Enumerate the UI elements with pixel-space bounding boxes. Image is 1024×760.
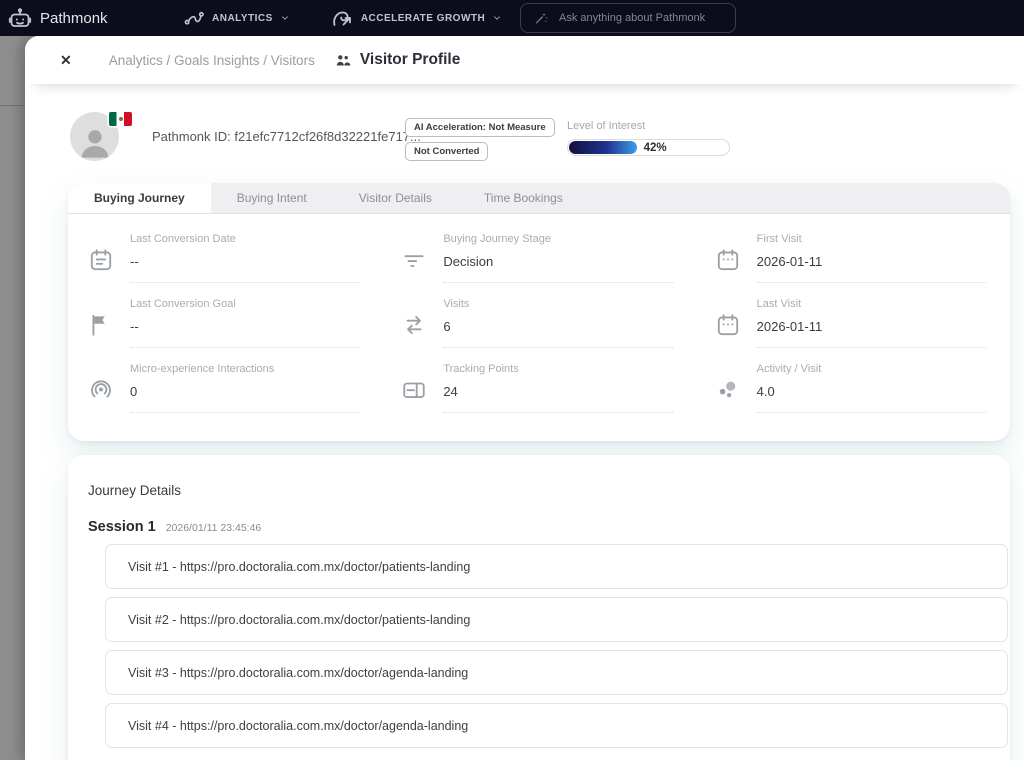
stat-tracking-points: Tracking Points 24 xyxy=(401,348,672,413)
repeat-icon xyxy=(401,312,427,338)
calendar-note-icon xyxy=(88,247,114,273)
mexico-flag-icon xyxy=(109,112,132,126)
stat-value: 2026-01-11 xyxy=(757,319,986,334)
status-badges: AI Acceleration: Not Measure Not Convert… xyxy=(405,118,555,166)
converted-status-badge: Not Converted xyxy=(405,142,488,161)
stat-label: Last Conversion Date xyxy=(130,233,359,245)
magic-wand-icon xyxy=(534,11,549,26)
level-of-interest: Level of Interest 42% xyxy=(567,120,730,156)
stat-label: Tracking Points xyxy=(443,363,672,375)
flag-icon xyxy=(88,312,114,338)
stat-value: 0 xyxy=(130,384,359,399)
journey-details-card: Journey Details Session 1 2026/01/11 23:… xyxy=(68,455,1010,760)
stat-label: Last Conversion Goal xyxy=(130,298,359,310)
page-backdrop xyxy=(0,36,25,760)
stat-value: 6 xyxy=(443,319,672,334)
page-title: Visitor Profile xyxy=(360,51,461,69)
stat-label: Visits xyxy=(443,298,672,310)
visit-row[interactable]: Visit #1 - https://pro.doctoralia.com.mx… xyxy=(105,544,1008,589)
nav-accelerate-label: ACCELERATE GROWTH xyxy=(361,13,485,24)
title-group: Visitor Profile xyxy=(335,51,461,69)
visit-row[interactable]: Visit #3 - https://pro.doctoralia.com.mx… xyxy=(105,650,1008,695)
dots-cluster-icon xyxy=(715,377,741,403)
session-name: Session 1 xyxy=(88,519,156,535)
accelerate-growth-icon xyxy=(330,6,354,30)
filter-lines-icon xyxy=(401,247,427,273)
tab-buying-intent[interactable]: Buying Intent xyxy=(211,183,333,213)
ask-anything-button[interactable]: Ask anything about Pathmonk xyxy=(520,3,736,33)
stat-value: Decision xyxy=(443,254,672,269)
stat-buying-journey-stage: Buying Journey Stage Decision xyxy=(401,218,672,283)
ai-acceleration-badge: AI Acceleration: Not Measure xyxy=(405,118,555,137)
close-icon[interactable]: ✕ xyxy=(60,53,72,67)
stat-first-visit: First Visit 2026-01-11 xyxy=(715,218,986,283)
stat-label: First Visit xyxy=(757,233,986,245)
stat-label: Last Visit xyxy=(757,298,986,310)
stats-card: Buying Journey Buying Intent Visitor Det… xyxy=(68,183,1010,441)
breadcrumb: Analytics / Goals Insights / Visitors xyxy=(109,53,315,68)
person-icon xyxy=(75,121,115,161)
nav-menus: ANALYTICS ACCELERATE GROWTH xyxy=(183,0,502,36)
tab-visitor-details[interactable]: Visitor Details xyxy=(333,183,458,213)
visit-row[interactable]: Visit #2 - https://pro.doctoralia.com.mx… xyxy=(105,597,1008,642)
journey-details-title: Journey Details xyxy=(88,483,1010,498)
nav-analytics[interactable]: ANALYTICS xyxy=(183,7,290,29)
ask-anything-label: Ask anything about Pathmonk xyxy=(559,12,705,24)
visitor-profile-modal: ✕ Analytics / Goals Insights / Visitors … xyxy=(25,36,1024,760)
stat-last-conversion-goal: Last Conversion Goal -- xyxy=(88,283,359,348)
tab-time-bookings[interactable]: Time Bookings xyxy=(458,183,589,213)
interest-fill xyxy=(569,141,637,154)
brand[interactable]: Pathmonk xyxy=(8,6,108,30)
calendar-icon xyxy=(715,247,741,273)
top-nav: Pathmonk ANALYTICS ACCELERATE GROWTH xyxy=(0,0,1024,36)
stat-last-conversion-date: Last Conversion Date -- xyxy=(88,218,359,283)
stat-value: 2026-01-11 xyxy=(757,254,986,269)
nav-analytics-label: ANALYTICS xyxy=(212,13,273,24)
chevron-down-icon xyxy=(492,13,502,23)
analytics-path-icon xyxy=(183,7,205,29)
visit-list: Visit #1 - https://pro.doctoralia.com.mx… xyxy=(105,544,1008,748)
chevron-down-icon xyxy=(280,13,290,23)
interest-bar: 42% xyxy=(567,139,730,156)
stat-micro-experience-interactions: Micro-experience Interactions 0 xyxy=(88,348,359,413)
interest-value: 42% xyxy=(644,141,667,155)
nav-accelerate-growth[interactable]: ACCELERATE GROWTH xyxy=(330,6,502,30)
calendar-icon xyxy=(715,312,741,338)
stat-label: Buying Journey Stage xyxy=(443,233,672,245)
stat-value: -- xyxy=(130,319,359,334)
visit-row[interactable]: Visit #4 - https://pro.doctoralia.com.mx… xyxy=(105,703,1008,748)
session-header: Session 1 2026/01/11 23:45:46 xyxy=(88,519,1010,535)
stat-activity-per-visit: Activity / Visit 4.0 xyxy=(715,348,986,413)
stat-label: Activity / Visit xyxy=(757,363,986,375)
tab-bar: Buying Journey Buying Intent Visitor Det… xyxy=(68,183,1010,214)
stat-value: -- xyxy=(130,254,359,269)
stat-label: Micro-experience Interactions xyxy=(130,363,359,375)
stat-value: 4.0 xyxy=(757,384,986,399)
interest-label: Level of Interest xyxy=(567,120,730,132)
brand-name: Pathmonk xyxy=(40,10,108,27)
visitors-icon xyxy=(335,52,352,69)
panel-icon xyxy=(401,377,427,403)
tab-buying-journey[interactable]: Buying Journey xyxy=(68,183,211,213)
stat-last-visit: Last Visit 2026-01-11 xyxy=(715,283,986,348)
broadcast-icon xyxy=(88,377,114,403)
stat-visits: Visits 6 xyxy=(401,283,672,348)
modal-header: ✕ Analytics / Goals Insights / Visitors … xyxy=(25,36,1024,84)
stats-grid: Last Conversion Date -- Buying Journey S… xyxy=(68,214,1010,413)
pathmonk-id: Pathmonk ID: f21efc7712cf26f8d32221fe717… xyxy=(152,129,421,144)
pathmonk-robot-icon xyxy=(8,6,32,30)
stat-value: 24 xyxy=(443,384,672,399)
session-timestamp: 2026/01/11 23:45:46 xyxy=(166,522,262,534)
app-window: Pathmonk ANALYTICS ACCELERATE GROWTH xyxy=(0,0,1024,760)
